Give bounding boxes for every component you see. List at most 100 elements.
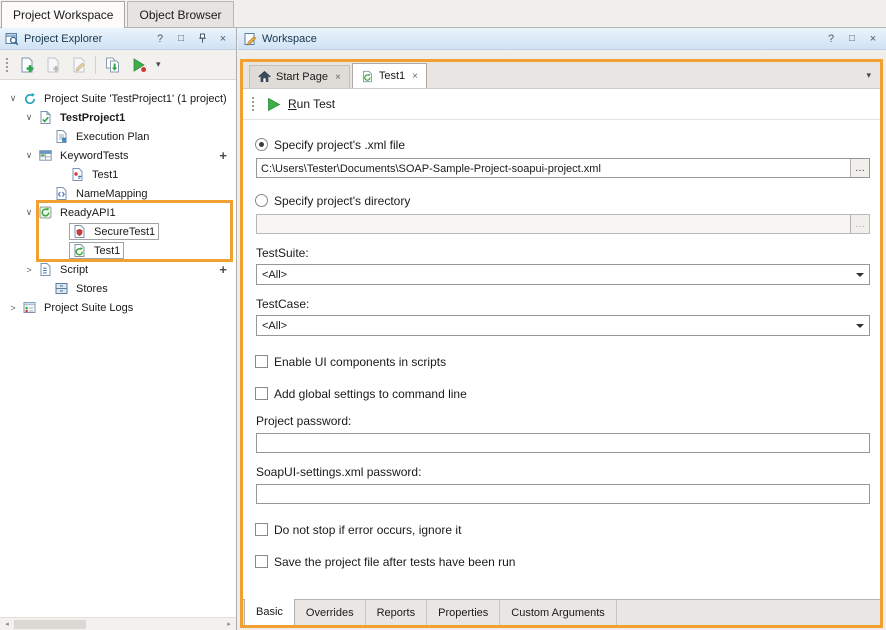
run-test-form: Specify project's .xml file C:\Users\Tes… xyxy=(243,120,880,599)
tree-item-readyapi1[interactable]: ∨ ReadyAPI1 xyxy=(0,203,236,222)
radio-specify-directory[interactable]: Specify project's directory xyxy=(255,192,870,209)
selection-outline: SecureTest1 xyxy=(69,223,159,240)
tab-basic[interactable]: Basic xyxy=(244,599,295,625)
tab-list-dropdown-icon[interactable]: ▾ xyxy=(866,70,871,81)
checkbox-icon[interactable] xyxy=(255,555,268,568)
tree-item-keywordtests-test1[interactable]: Test1 xyxy=(0,165,236,184)
toolbar-dropdown-icon[interactable]: ▾ xyxy=(152,59,165,70)
execution-plan-icon xyxy=(53,129,70,144)
toolbar-grip[interactable] xyxy=(251,96,255,112)
run-project-icon[interactable] xyxy=(126,53,151,77)
tree-item-keywordtests[interactable]: ∨ KeywordTests + xyxy=(0,146,236,165)
tab-properties[interactable]: Properties xyxy=(427,600,500,625)
maximize-icon[interactable]: □ xyxy=(173,31,189,47)
run-test-icon[interactable] xyxy=(266,97,281,112)
new-project-icon[interactable] xyxy=(14,53,39,77)
tab-label: Start Page xyxy=(276,71,328,83)
checkbox-save-project[interactable]: Save the project file after tests have b… xyxy=(255,553,870,570)
radio-button-icon[interactable] xyxy=(255,194,268,207)
project-explorer-panel: Project Explorer ? □ × ▾ ∨ xyxy=(0,28,237,630)
help-icon[interactable]: ? xyxy=(823,31,839,47)
checkbox-icon[interactable] xyxy=(255,355,268,368)
soapui-password-input[interactable] xyxy=(256,484,870,504)
tree-item-testproject1[interactable]: ∨ TestProject1 xyxy=(0,108,236,127)
tab-custom-arguments[interactable]: Custom Arguments xyxy=(500,600,617,625)
toolbar-grip[interactable] xyxy=(5,57,9,73)
close-icon[interactable]: × xyxy=(865,31,881,47)
horizontal-scrollbar[interactable]: ◂ ▸ xyxy=(0,617,236,630)
checkbox-ignore-errors[interactable]: Do not stop if error occurs, ignore it xyxy=(255,521,870,538)
chevron-down-icon[interactable]: ∨ xyxy=(21,207,37,218)
radio-specify-xml[interactable]: Specify project's .xml file xyxy=(255,136,870,153)
scroll-left-icon[interactable]: ◂ xyxy=(1,620,13,628)
tree-item-label: TestProject1 xyxy=(57,111,128,125)
tree-item-project-suite-logs[interactable]: > Project Suite Logs xyxy=(0,298,236,317)
chevron-right-icon[interactable]: > xyxy=(5,303,21,313)
tree-item-script[interactable]: > Script + xyxy=(0,260,236,279)
chevron-right-icon[interactable]: > xyxy=(21,265,37,275)
main-tab-bar: Project Workspace Object Browser xyxy=(0,0,886,28)
add-script-button[interactable]: + xyxy=(219,260,227,279)
checkbox-label: Do not stop if error occurs, ignore it xyxy=(274,523,461,537)
close-tab-icon[interactable]: × xyxy=(335,72,341,83)
tab-test1[interactable]: Test1 × xyxy=(352,63,427,88)
tab-start-page[interactable]: Start Page × xyxy=(249,65,350,88)
add-keyword-test-button[interactable]: + xyxy=(219,146,227,165)
testcase-label: TestCase: xyxy=(256,297,870,311)
chevron-down-icon[interactable] xyxy=(851,265,869,284)
tab-object-browser[interactable]: Object Browser xyxy=(127,1,233,27)
chevron-down-icon[interactable]: ∨ xyxy=(21,150,37,161)
tree-item-execution-plan[interactable]: Execution Plan xyxy=(0,127,236,146)
scrollbar-thumb[interactable] xyxy=(14,620,86,629)
tab-project-workspace[interactable]: Project Workspace xyxy=(1,1,125,28)
checkbox-icon[interactable] xyxy=(255,387,268,400)
edit-item-icon[interactable] xyxy=(66,53,91,77)
run-test-button[interactable]: Run Test xyxy=(288,97,335,111)
explorer-panel-icon xyxy=(5,32,19,46)
dropdown-value: <All> xyxy=(257,320,851,332)
logs-icon xyxy=(21,300,38,315)
close-icon[interactable]: × xyxy=(215,31,231,47)
scroll-right-icon[interactable]: ▸ xyxy=(223,620,235,628)
explorer-toolbar: ▾ xyxy=(0,50,236,80)
maximize-icon[interactable]: □ xyxy=(844,31,860,47)
tab-overrides[interactable]: Overrides xyxy=(295,600,366,625)
tree-item-label: NameMapping xyxy=(73,187,151,201)
panel-title: Workspace xyxy=(262,33,818,45)
checkbox-ui-components[interactable]: Enable UI components in scripts xyxy=(255,353,870,370)
add-existing-item-icon[interactable] xyxy=(100,53,125,77)
project-directory-input: … xyxy=(256,214,870,234)
tree-item-readyapi-test1[interactable]: Test1 xyxy=(0,241,236,260)
tree-item-namemapping[interactable]: NameMapping xyxy=(0,184,236,203)
testsuite-dropdown[interactable]: <All> xyxy=(256,264,870,285)
close-tab-icon[interactable]: × xyxy=(412,71,418,82)
workspace-panel: Workspace ? □ × Start Page × Test1 × ▾ xyxy=(238,28,886,630)
tree-item-securetest1[interactable]: SecureTest1 xyxy=(0,222,236,241)
project-password-input[interactable] xyxy=(256,433,870,453)
toolbar-separator xyxy=(95,56,96,74)
tab-reports[interactable]: Reports xyxy=(366,600,428,625)
add-item-icon[interactable] xyxy=(40,53,65,77)
home-icon xyxy=(258,71,271,83)
tree-item-project-suite[interactable]: ∨ Project Suite 'TestProject1' (1 projec… xyxy=(0,89,236,108)
checkbox-global-settings[interactable]: Add global settings to command line xyxy=(255,385,870,402)
checkbox-icon[interactable] xyxy=(255,523,268,536)
project-xml-path-input[interactable]: C:\Users\Tester\Documents\SOAP-Sample-Pr… xyxy=(256,158,870,178)
pin-icon[interactable] xyxy=(194,31,210,47)
browse-button[interactable]: … xyxy=(850,159,869,177)
chevron-down-icon[interactable]: ∨ xyxy=(21,112,37,123)
tree-item-stores[interactable]: Stores xyxy=(0,279,236,298)
chevron-down-icon[interactable] xyxy=(851,316,869,335)
test-toolbar: Run Test xyxy=(243,89,880,120)
dropdown-value: <All> xyxy=(257,269,851,281)
input-value xyxy=(257,485,869,503)
browse-button: … xyxy=(850,215,869,233)
radio-label: Specify project's .xml file xyxy=(274,138,405,152)
radio-button-icon[interactable] xyxy=(255,138,268,151)
api-test-icon xyxy=(361,70,374,83)
chevron-down-icon[interactable]: ∨ xyxy=(5,93,21,104)
help-icon[interactable]: ? xyxy=(152,31,168,47)
document-tab-bar: Start Page × Test1 × ▾ xyxy=(243,62,880,89)
testcase-dropdown[interactable]: <All> xyxy=(256,315,870,336)
tree-item-label: Test1 xyxy=(89,168,121,182)
